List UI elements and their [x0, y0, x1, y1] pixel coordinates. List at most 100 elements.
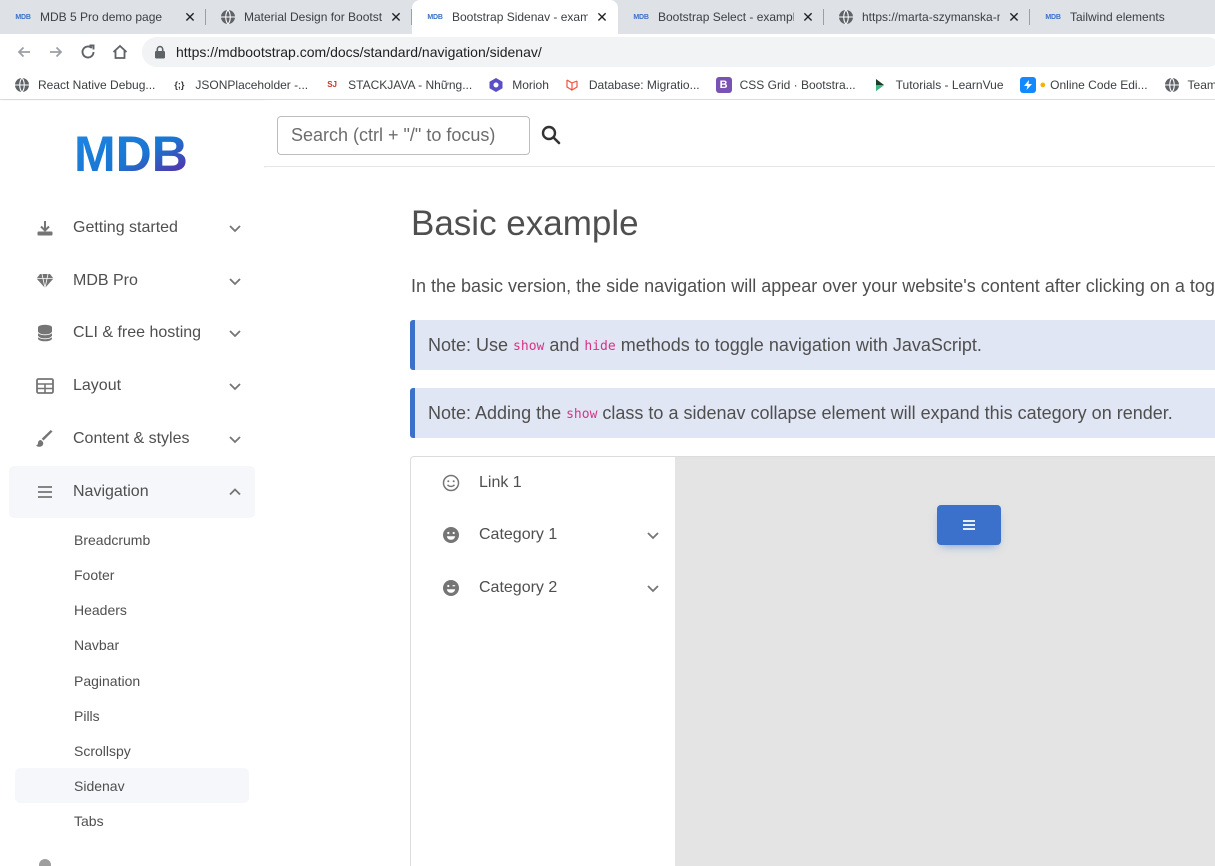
tab-title: Tailwind elements — [1070, 10, 1165, 24]
browser-tab[interactable]: MDB Bootstrap Select - examples ✕ — [618, 0, 824, 34]
tab-title: MDB 5 Pro demo page — [40, 10, 163, 24]
note-text: class to a sidenav collapse element will… — [602, 402, 1173, 423]
mdb-icon: MDB — [633, 13, 649, 21]
sidebar-sub-item-footer[interactable]: Footer — [15, 557, 249, 592]
chevron-up-icon — [229, 488, 241, 496]
mdb-icon: MDB — [1045, 13, 1061, 21]
sub-item-label: Footer — [74, 566, 115, 583]
browser-tab[interactable]: https://marta-szymanska-m ✕ — [824, 0, 1030, 34]
close-icon[interactable]: ✕ — [182, 9, 198, 25]
inline-code: hide — [584, 338, 616, 354]
sidebar-item-label: Layout — [73, 377, 122, 394]
sidebar-item-getting-started[interactable]: Getting started — [9, 202, 255, 254]
chevron-down-icon — [647, 532, 659, 540]
demo-sidenav: Link 1 Category 1 Category 2 — [411, 457, 675, 866]
mdb-logo[interactable]: MDB — [74, 126, 194, 182]
hand-icon: ● — [1039, 78, 1047, 91]
reload-icon[interactable] — [74, 38, 102, 66]
tab-title: https://marta-szymanska-m — [862, 10, 1000, 24]
database-icon — [35, 323, 55, 343]
close-icon[interactable]: ✕ — [594, 9, 610, 25]
sub-item-label: Pagination — [74, 672, 141, 689]
sidebar-sub-item-pills[interactable]: Pills — [15, 698, 249, 733]
sidebar-sub-item-sidenav[interactable]: Sidenav — [15, 768, 249, 803]
jsonplaceholder-icon: {;} — [174, 79, 185, 90]
tab-title: Bootstrap Sidenav - examples — [452, 10, 588, 24]
sidebar-item-cli[interactable]: CLI & free hosting — [9, 307, 255, 359]
sidenav-toggle-button[interactable] — [937, 505, 1001, 545]
search-icon[interactable] — [539, 123, 563, 147]
sidebar-item-mdb-pro[interactable]: MDB Pro — [9, 255, 255, 307]
chevron-down-icon — [229, 225, 241, 233]
bars-icon — [35, 482, 55, 502]
browser-tab[interactable]: MDB MDB 5 Pro demo page ✕ — [0, 0, 206, 34]
bookmark[interactable]: Morioh — [488, 77, 549, 93]
chevron-down-icon — [229, 436, 241, 444]
tab-title: Material Design for Bootstrap — [244, 10, 382, 24]
sub-item-label: Tabs — [74, 812, 104, 829]
bookmark[interactable]: B CSS Grid · Bootstra... — [715, 76, 856, 93]
laravel-icon — [565, 77, 581, 93]
bookmark[interactable]: SJ STACKJAVA - Những... — [324, 77, 472, 93]
sidebar-item-navigation[interactable]: Navigation — [9, 466, 255, 518]
sidebar-sub-item-navbar[interactable]: Navbar — [15, 627, 249, 662]
sidenav-demo: Link 1 Category 1 Category 2 — [410, 456, 1215, 866]
search-input[interactable] — [277, 116, 530, 155]
close-icon[interactable]: ✕ — [1006, 9, 1022, 25]
sidebar-sub-item-pagination[interactable]: Pagination — [15, 663, 249, 698]
demo-item-label: Category 1 — [479, 526, 558, 543]
forward-arrow-icon[interactable] — [42, 38, 70, 66]
sub-item-label: Headers — [74, 601, 127, 618]
demo-category-2[interactable]: Category 2 — [411, 562, 675, 614]
globe-icon — [14, 77, 30, 93]
sidebar-item-label: Navigation — [73, 483, 149, 500]
browser-tab[interactable]: Material Design for Bootstrap ✕ — [206, 0, 412, 34]
bookmark[interactable]: React Native Debug... — [14, 77, 155, 93]
address-bar[interactable]: https://mdbootstrap.com/docs/standard/na… — [142, 37, 1215, 67]
bookmark[interactable]: Team26 G — [1164, 77, 1215, 93]
globe-icon — [838, 9, 854, 25]
bookmark[interactable]: {;} JSONPlaceholder -... — [171, 77, 308, 93]
back-arrow-icon[interactable] — [10, 38, 38, 66]
close-icon[interactable]: ✕ — [800, 9, 816, 25]
note-text: methods to toggle navigation with JavaSc… — [620, 334, 982, 355]
bookmark-label: Team26 G — [1187, 77, 1215, 92]
grin-icon — [442, 526, 460, 544]
chevron-down-icon — [229, 278, 241, 286]
demo-item-label: Link 1 — [479, 474, 522, 491]
note-text: Note: Adding the — [428, 402, 562, 423]
chevron-down-icon — [229, 383, 241, 391]
download-icon — [35, 218, 55, 238]
home-icon[interactable] — [106, 38, 134, 66]
lock-icon[interactable] — [154, 45, 166, 59]
learnvue-icon — [872, 77, 888, 93]
sidebar-sub-item-breadcrumb[interactable]: Breadcrumb — [15, 522, 249, 557]
stackjava-icon: SJ — [327, 80, 338, 89]
brush-icon — [35, 429, 55, 449]
sub-item-label: Pills — [74, 707, 100, 724]
bookmark[interactable]: Tutorials - LearnVue — [872, 77, 1004, 93]
bootstrap-icon: B — [715, 76, 732, 93]
morioh-icon — [488, 77, 504, 93]
close-icon[interactable]: ✕ — [388, 9, 404, 25]
sidebar-item-layout[interactable]: Layout — [9, 360, 255, 412]
logo-text: MDB — [74, 129, 188, 177]
demo-link-1[interactable]: Link 1 — [411, 457, 675, 509]
demo-category-1[interactable]: Category 1 — [411, 509, 675, 561]
browser-tab-active[interactable]: MDB Bootstrap Sidenav - examples ✕ — [412, 0, 618, 34]
bookmark-label: Tutorials - LearnVue — [895, 77, 1004, 92]
sidebar-sub-item-headers[interactable]: Headers — [15, 592, 249, 627]
note-callout: Note: Adding the show class to a sidenav… — [410, 388, 1215, 438]
sidebar-sub-item-scrollspy[interactable]: Scrollspy — [15, 733, 249, 768]
bookmark[interactable]: ● Online Code Edi... — [1019, 76, 1148, 93]
smile-icon — [442, 474, 460, 492]
sidebar-item-content-styles[interactable]: Content & styles — [9, 413, 255, 465]
bookmark[interactable]: Database: Migratio... — [565, 77, 700, 93]
sidebar-item-label: Content & styles — [73, 430, 190, 447]
chevron-down-icon — [647, 585, 659, 593]
tab-title: Bootstrap Select - examples — [658, 10, 794, 24]
demo-content-area — [675, 457, 1215, 866]
page-title: Basic example — [411, 204, 639, 243]
sidebar-sub-item-tabs[interactable]: Tabs — [15, 803, 249, 838]
browser-tab[interactable]: MDB Tailwind elements — [1030, 0, 1213, 34]
